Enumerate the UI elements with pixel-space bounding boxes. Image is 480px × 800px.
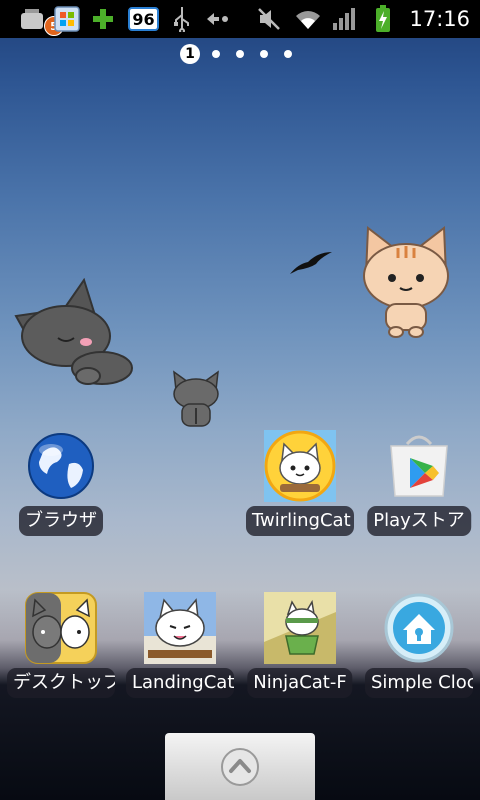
app-label: Playストア	[367, 506, 471, 536]
wifi-icon	[293, 0, 323, 38]
globe-icon	[28, 433, 94, 499]
signal-strength-icon	[331, 0, 359, 38]
page-indicator-dot[interactable]	[236, 50, 244, 58]
data-sync-icon	[204, 0, 234, 38]
home-lock-icon	[384, 593, 454, 663]
app-browser[interactable]: ブラウザ	[2, 430, 120, 550]
mute-icon	[254, 0, 284, 38]
app-label: TwirlingCat	[246, 506, 354, 536]
status-bar: 5 96 17:16	[0, 0, 480, 38]
gray-cat-sticker[interactable]	[14, 278, 134, 390]
app-label: Simple Clock	[365, 668, 473, 698]
orange-cat-sticker[interactable]	[358, 224, 454, 340]
plus-icon	[90, 0, 116, 38]
usb-icon	[170, 0, 194, 38]
ninja-cat-icon	[264, 592, 336, 664]
app-twirlingcat[interactable]: TwirlingCat	[241, 430, 359, 550]
app-play-store[interactable]: Playストア	[360, 430, 478, 550]
twirling-cat-icon	[264, 430, 336, 502]
app-label: LandingCat	[126, 668, 234, 698]
windows-app-icon[interactable]	[52, 0, 82, 38]
battery-level-indicator: 96	[128, 7, 159, 31]
status-clock: 17:16	[409, 7, 470, 31]
bird-silhouette	[290, 252, 332, 274]
app-desktop[interactable]: デスクトップ	[2, 592, 120, 712]
app-drawer-handle[interactable]	[165, 733, 315, 800]
chevron-up-icon	[221, 748, 259, 786]
play-store-icon	[390, 435, 448, 497]
app-label: デスクトップ	[7, 668, 115, 698]
small-cat-sticker[interactable]	[170, 370, 222, 432]
notification-app-icon[interactable]: 5	[18, 0, 64, 38]
page-indicator-current[interactable]: 1	[180, 44, 200, 64]
app-label: ブラウザ	[19, 506, 103, 536]
app-landingcat[interactable]: LandingCat	[121, 592, 239, 712]
page-indicator[interactable]: 1	[180, 44, 300, 64]
app-simple-clock[interactable]: Simple Clock	[360, 592, 478, 712]
app-label: NinjaCat-F	[247, 668, 353, 698]
battery-charging-icon	[370, 0, 396, 38]
desktop-cat-icon	[25, 592, 97, 664]
page-indicator-dot[interactable]	[284, 50, 292, 58]
app-ninjacat[interactable]: NinjaCat-F	[241, 592, 359, 712]
page-indicator-dot[interactable]	[212, 50, 220, 58]
landing-cat-icon	[144, 592, 216, 664]
page-indicator-dot[interactable]	[260, 50, 268, 58]
